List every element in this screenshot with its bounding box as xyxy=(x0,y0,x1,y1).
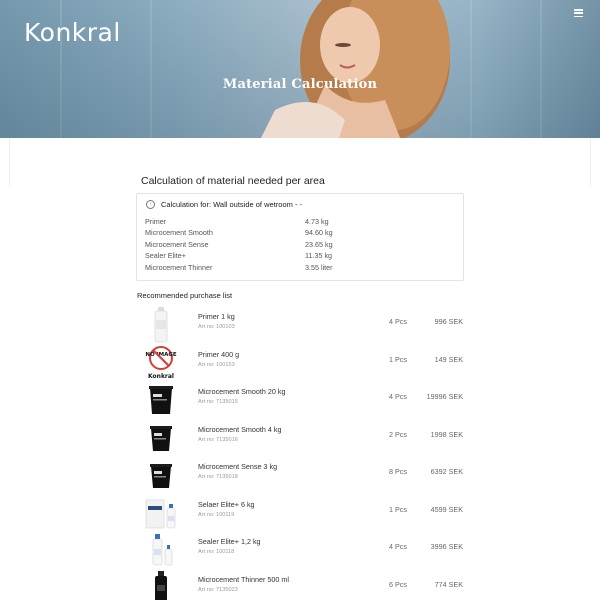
calculation-for-label: Calculation for: Wall outside of wetroom… xyxy=(161,200,303,209)
product-name[interactable]: Microcement Smooth 20 kg xyxy=(198,387,286,396)
product-art-no: Art no: 7135016 xyxy=(198,437,238,443)
product-name[interactable]: Microcement Smooth 4 kg xyxy=(198,425,282,434)
product-image xyxy=(150,464,172,488)
material-name: Microcement Thinner xyxy=(145,262,213,272)
calculation-row: Sealer Elite+ 11.35 kg xyxy=(145,251,455,262)
material-amount: 11.35 kg xyxy=(305,251,333,261)
product-row[interactable]: Microcement Thinner 500 ml Art no: 71350… xyxy=(136,569,466,600)
calculation-card: ↑ Calculation for: Wall outside of wetro… xyxy=(136,193,464,281)
product-price: 6392 SEK xyxy=(430,467,463,476)
product-price: 149 SEK xyxy=(434,355,463,364)
product-price: 774 SEK xyxy=(434,580,463,589)
product-image xyxy=(145,499,176,529)
product-art-no: Art no: 7135023 xyxy=(198,587,238,593)
calculation-row: Microcement Smooth 94.60 kg xyxy=(145,228,455,239)
material-name: Microcement Smooth xyxy=(145,228,213,238)
product-name[interactable]: Selaer Elite+ 6 kg xyxy=(198,500,255,509)
material-amount: 3.55 liter xyxy=(305,262,333,272)
product-quantity: 1 Pcs xyxy=(389,505,407,514)
product-price: 19996 SEK xyxy=(426,392,463,401)
product-price: 1998 SEK xyxy=(430,430,463,439)
purchase-list-title: Recommended purchase list xyxy=(137,291,233,300)
product-quantity: 1 Pcs xyxy=(389,355,407,364)
page-title: Material Calculation xyxy=(222,77,378,92)
product-price: 3996 SEK xyxy=(430,542,463,551)
product-quantity: 4 Pcs xyxy=(389,542,407,551)
product-row[interactable]: NO IMAGE Konkral Primer 400 g Art no: 10… xyxy=(136,344,466,381)
product-image xyxy=(154,307,168,343)
material-name: Sealer Elite+ xyxy=(145,251,186,261)
product-quantity: 8 Pcs xyxy=(389,467,407,476)
product-row[interactable]: Sealer Elite+ 1,2 kg Art no: 100118 4 Pc… xyxy=(136,531,466,568)
product-name[interactable]: Microcement Sense 3 kg xyxy=(198,462,277,471)
material-amount: 94.60 kg xyxy=(305,228,333,238)
hamburger-menu-icon[interactable] xyxy=(574,9,583,18)
product-quantity: 2 Pcs xyxy=(389,430,407,439)
product-row[interactable]: Microcement Smooth 20 kg Art no: 7135015… xyxy=(136,381,466,418)
product-image xyxy=(149,386,173,414)
product-art-no: Art no: 100119 xyxy=(198,512,235,518)
no-image-placeholder: NO IMAGE Konkral xyxy=(145,346,177,380)
calculation-row: Microcement Sense 23.65 kg xyxy=(145,240,455,251)
product-row[interactable]: Microcement Sense 3 kg Art no: 7135018 8… xyxy=(136,456,466,493)
product-image xyxy=(155,571,167,600)
calculation-row: Microcement Thinner 3.55 liter xyxy=(145,263,455,274)
product-name[interactable]: Primer 400 g xyxy=(198,350,239,359)
product-name[interactable]: Sealer Elite+ 1,2 kg xyxy=(198,537,261,546)
product-price: 996 SEK xyxy=(434,317,463,326)
product-price: 4599 SEK xyxy=(430,505,463,514)
product-art-no: Art no: 7135018 xyxy=(198,474,238,480)
material-amount: 4.73 kg xyxy=(305,217,329,226)
material-amount: 23.65 kg xyxy=(305,239,333,249)
calculation-row: Primer 4.73 kg xyxy=(145,217,455,228)
product-art-no: Art no: 100153 xyxy=(198,362,235,368)
product-quantity: 6 Pcs xyxy=(389,580,407,589)
product-name[interactable]: Microcement Thinner 500 ml xyxy=(198,575,289,584)
material-name: Primer xyxy=(145,217,167,226)
calculation-rows: Primer 4.73 kg Microcement Smooth 94.60 … xyxy=(145,217,455,274)
product-row[interactable]: Primer 1 kg Art no: 100103 4 Pcs 996 SEK xyxy=(136,306,466,343)
product-art-no: Art no: 100118 xyxy=(198,549,235,555)
product-quantity: 4 Pcs xyxy=(389,317,407,326)
product-image xyxy=(150,426,172,451)
calculation-header[interactable]: ↑ Calculation for: Wall outside of wetro… xyxy=(146,200,302,209)
brand-logo[interactable]: Konkral xyxy=(24,18,121,47)
section-title: Calculation of material needed per area xyxy=(141,175,325,187)
product-quantity: 4 Pcs xyxy=(389,392,407,401)
main-content: Calculation of material needed per area … xyxy=(0,138,600,600)
hero-banner: Konkral Material Calculation xyxy=(0,0,600,138)
material-name: Microcement Sense xyxy=(145,239,209,249)
product-art-no: Art no: 7135015 xyxy=(198,399,238,405)
product-image xyxy=(152,534,173,566)
no-image-brand: Konkral xyxy=(148,373,174,380)
arrow-up-icon[interactable]: ↑ xyxy=(146,200,155,209)
product-art-no: Art no: 100103 xyxy=(198,324,235,330)
hero-photo xyxy=(261,0,450,138)
product-name[interactable]: Primer 1 kg xyxy=(198,312,235,321)
product-row[interactable]: Selaer Elite+ 6 kg Art no: 100119 1 Pcs … xyxy=(136,494,466,531)
product-row[interactable]: Microcement Smooth 4 kg Art no: 7135016 … xyxy=(136,419,466,456)
